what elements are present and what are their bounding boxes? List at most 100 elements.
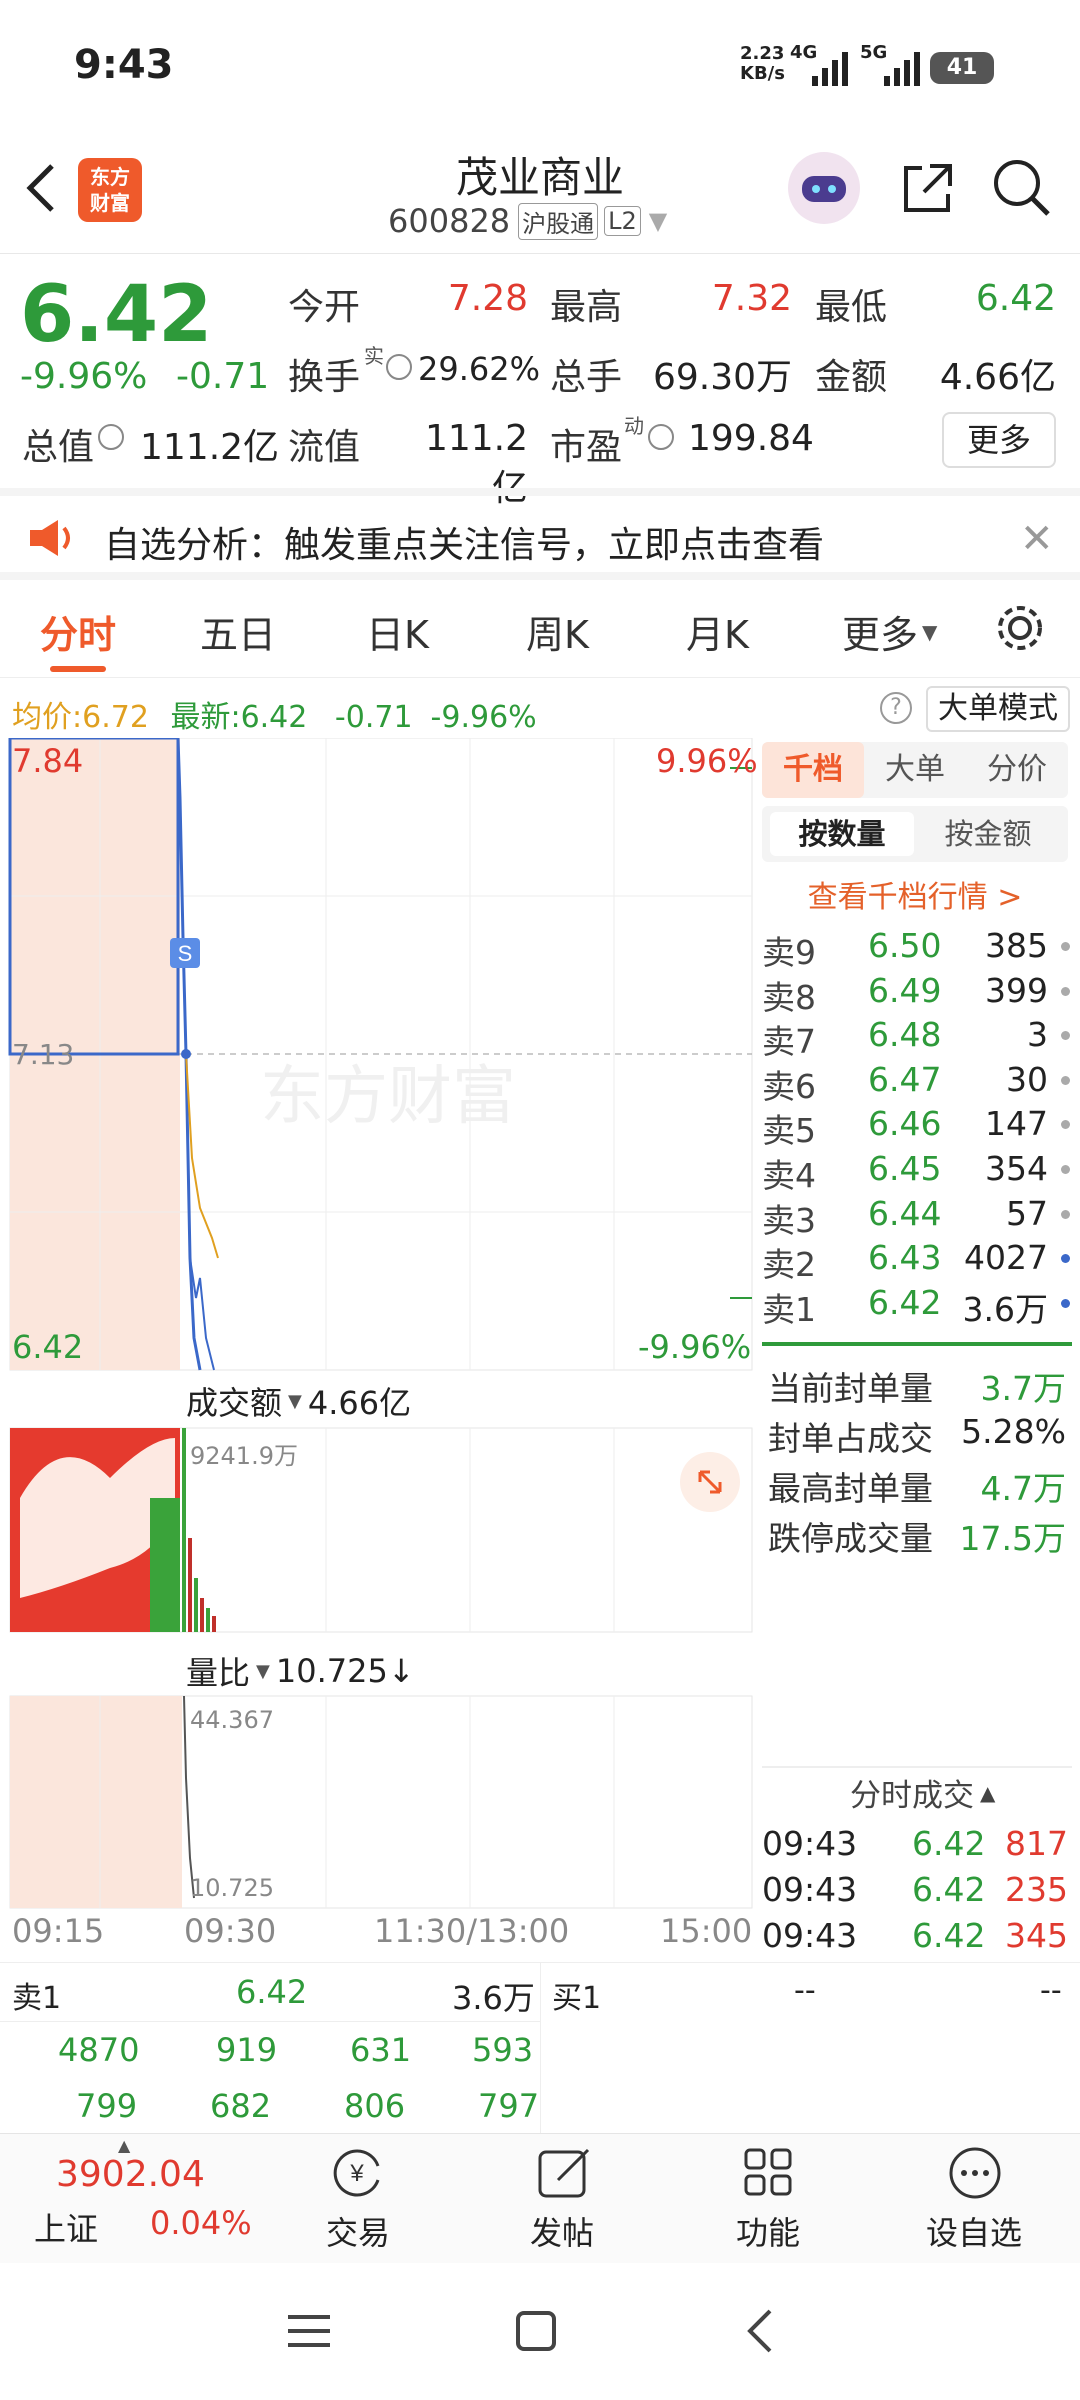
ask-label: 卖9 [762, 933, 816, 972]
amount-value: 4.66亿 [939, 357, 1056, 398]
ask-row: 卖5 6.46 147 [762, 1104, 1072, 1150]
s-marker: S [178, 941, 193, 966]
low-label: 最低 [815, 287, 888, 328]
ticks-divider [762, 1766, 1072, 1768]
queue-item: 682 [210, 2087, 272, 2125]
ask-price: 6.47 [868, 1059, 942, 1099]
status-time: 9:43 [74, 42, 174, 88]
tick-row: 09:43 6.42 235 [762, 1870, 1072, 1914]
tick-volume: 235 [1005, 1870, 1068, 1909]
back-nav-icon[interactable] [742, 2307, 778, 2359]
function-grid-icon[interactable] [740, 2144, 798, 2206]
ask-price: 6.44 [868, 1193, 942, 1233]
ask-label: 卖2 [762, 1245, 816, 1285]
assistant-avatar-icon[interactable] [788, 152, 860, 224]
orderbook-tabs: 千档 大单 分价 [762, 742, 1068, 798]
ask-volume: 4027 [964, 1238, 1048, 1278]
amount-indicator-label[interactable]: 成交额 ▼ 4.66亿 [186, 1378, 411, 1424]
current-price: 6.42 [20, 270, 213, 360]
function-label[interactable]: 功能 [736, 2208, 800, 2254]
trade-icon[interactable]: ¥ [328, 2144, 386, 2206]
post-label[interactable]: 发帖 [530, 2208, 594, 2254]
tab-fenjia[interactable]: 分价 [966, 742, 1068, 798]
change-amount: -0.71 [176, 356, 270, 397]
home-icon[interactable] [514, 2309, 558, 2357]
float-label: 流值 [288, 427, 361, 468]
level-queue-panel: 卖1 6.42 3.6万 买1 -- -- 4870 919 631 593 7… [0, 1962, 1080, 2134]
index-value[interactable]: 3902.04 [56, 2154, 205, 2195]
tab-monthly-k[interactable]: 月K [686, 604, 749, 659]
ratio-min-label: 10.725 [190, 1874, 274, 1902]
seal-stat-label: 跌停成交量 [768, 1519, 933, 1558]
ask-volume: 147 [985, 1104, 1048, 1144]
ask-row: 卖3 6.44 57 [762, 1193, 1072, 1240]
bottom-toolbar: ▲ 3902.04 上证 0.04% ¥ 交易 发帖 功能 设自选 [0, 2133, 1080, 2263]
seal-stat-row: 跌停成交量 17.5万 [768, 1512, 1066, 1558]
l2-badge: L2 [604, 206, 641, 236]
network-speed: 2.23 KB/s [740, 43, 785, 84]
battery-icon: 41 [930, 52, 994, 84]
add-watchlist-label[interactable]: 设自选 [926, 2208, 1022, 2254]
ask-label: 卖8 [762, 977, 816, 1017]
ticks-title[interactable]: 分时成交 ▲ [850, 1770, 995, 1815]
stock-code-row[interactable]: 600828 沪股通 L2 ▼ [388, 202, 667, 240]
ask-label: 卖3 [762, 1200, 816, 1240]
view-full-depth-link[interactable]: 查看千档行情 > [762, 872, 1068, 916]
seal-stat-value: 4.7万 [980, 1469, 1066, 1508]
seal-stat-label: 当前封单量 [768, 1369, 933, 1408]
settings-gear-icon[interactable] [994, 602, 1046, 658]
tab-daily-k[interactable]: 日K [366, 604, 429, 659]
ask-price: 6.45 [868, 1149, 942, 1188]
back-icon[interactable] [22, 158, 62, 222]
orderbook-divider [762, 1342, 1072, 1346]
tab-intraday[interactable]: 分时 [40, 604, 116, 659]
y-mid-label: 7.13 [12, 1038, 75, 1071]
menu-icon[interactable] [286, 2311, 332, 2355]
tab-dadan[interactable]: 大单 [864, 742, 966, 798]
by-quantity-button[interactable]: 按数量 [770, 812, 914, 856]
ask-volume: 3 [1027, 1015, 1048, 1055]
tab-five-day[interactable]: 五日 [200, 604, 276, 659]
ratio-indicator-label[interactable]: 量比 ▼ 10.725↓ [186, 1648, 415, 1694]
seal-stat-value: 17.5万 [959, 1519, 1066, 1558]
ask-label: 卖4 [762, 1156, 816, 1195]
search-icon[interactable] [990, 156, 1052, 222]
tab-more[interactable]: 更多 ▼ [842, 604, 937, 659]
more-button[interactable]: 更多 [942, 412, 1056, 468]
ratio-max-label: 44.367 [190, 1706, 274, 1734]
info-circle-icon-2[interactable] [98, 424, 124, 450]
system-navbar [0, 2263, 1080, 2400]
high-value: 7.32 [711, 278, 792, 319]
stock-name: 茂业商业 [455, 153, 624, 202]
orderbook-mode: 按数量 按金额 [762, 806, 1068, 862]
post-edit-icon[interactable] [536, 2144, 594, 2206]
trade-label[interactable]: 交易 [326, 2208, 390, 2254]
info-circle-icon[interactable] [386, 354, 412, 380]
tab-weekly-k[interactable]: 周K [526, 604, 589, 659]
tab-qiandang[interactable]: 千档 [762, 742, 864, 798]
status-bar: 9:43 2.23 KB/s 4G 5G 41 [0, 0, 1080, 130]
more-dots-icon[interactable] [946, 2144, 1004, 2206]
ask-row: 卖9 6.50 385 [762, 926, 1072, 972]
x-label-midday: 11:30/13:00 [374, 1912, 570, 1950]
signal-icon [812, 52, 856, 90]
expand-icon[interactable] [680, 1452, 740, 1512]
ask-price: 6.46 [868, 1104, 942, 1144]
tick-time: 09:43 [762, 1916, 858, 1955]
app-logo: 东方 财富 [78, 158, 142, 222]
ask-dot-icon [1061, 1209, 1070, 1219]
help-icon[interactable]: ? [880, 692, 912, 724]
tick-volume: 345 [1005, 1916, 1068, 1955]
info-circle-icon-3[interactable] [648, 424, 674, 450]
close-icon[interactable]: ✕ [1020, 516, 1054, 562]
caret-up-icon: ▲ [118, 2136, 131, 2155]
ask-row: 卖2 6.43 4027 [762, 1238, 1072, 1284]
ask-price: 6.43 [868, 1238, 942, 1278]
signal-banner[interactable]: 自选分析：触发重点关注信号，立即点击查看 ✕ [0, 488, 1080, 580]
big-order-mode-button[interactable]: 大单模式 [926, 686, 1070, 732]
share-icon[interactable] [896, 158, 956, 222]
by-amount-button[interactable]: 按金额 [916, 812, 1060, 856]
pe-value: 199.84 [688, 418, 814, 459]
ask-dot-icon [1061, 1075, 1070, 1085]
ask-dot-icon [1061, 1031, 1070, 1041]
